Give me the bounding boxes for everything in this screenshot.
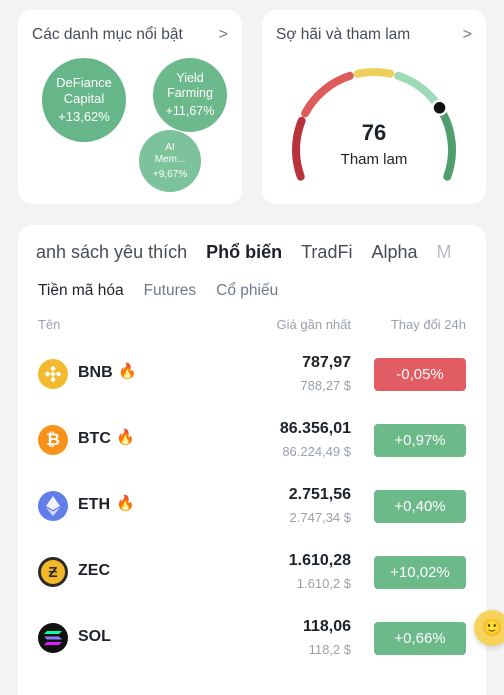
category-name-line1: Yield (176, 71, 204, 85)
category-change: +11,67% (165, 104, 215, 118)
table-row[interactable]: ₿ BTC 🔥 86.356,01 86.224,49 $ +0,97% (18, 408, 486, 474)
subtab-crypto[interactable]: Tiền mã hóa (38, 282, 124, 300)
fear-greed-value: 76 (361, 120, 387, 145)
table-row[interactable]: Ƶ ZEC 1.610,28 1.610,2 $ +10,02% (18, 540, 486, 606)
category-name-line2: Mem... (154, 153, 186, 165)
tab-popular[interactable]: Phổ biến (206, 242, 282, 263)
zec-icon: Ƶ (38, 557, 68, 587)
category-name-line2: Capital (63, 90, 105, 106)
category-bubble-yield-farming[interactable]: Yield Farming +11,67% (153, 58, 227, 132)
coin-price: 86.356,01 (279, 420, 351, 437)
gauge-segment (301, 71, 354, 118)
coin-price-usd: 2.747,34 $ (289, 510, 351, 525)
coin-symbol: BTC (78, 430, 111, 447)
trending-categories-title: Các danh mục nổi bật (32, 26, 183, 43)
tab-alpha[interactable]: Alpha (371, 242, 417, 263)
hot-fire-icon: 🔥 (116, 495, 135, 512)
hot-fire-icon: 🔥 (116, 429, 135, 446)
market-subtabs: Tiền mã hóa Futures Cổ phiếu (38, 282, 298, 300)
gauge-segment (436, 104, 456, 181)
fear-greed-header[interactable]: Sợ hãi và tham lam > (276, 24, 472, 46)
tab-watchlist[interactable]: anh sách yêu thích (36, 242, 187, 263)
coin-symbol: SOL (78, 628, 111, 645)
change-badge[interactable]: +10,02% (374, 556, 466, 589)
change-badge[interactable]: +0,66% (374, 622, 466, 655)
coin-symbol: BNB (78, 364, 113, 381)
fear-greed-label: Tham lam (340, 151, 408, 168)
table-row[interactable]: SOL 118,06 118,2 $ +0,66% (18, 606, 486, 672)
change-badge[interactable]: -0,05% (374, 358, 466, 391)
table-row[interactable]: BNB 🔥 787,97 788,27 $ -0,05% (18, 342, 486, 408)
fear-greed-card[interactable]: Sợ hãi và tham lam > 76 Tham lam (262, 10, 486, 204)
category-name-line1: AI (165, 141, 175, 153)
subtab-futures[interactable]: Futures (144, 282, 197, 300)
chevron-right-icon[interactable]: > (219, 27, 228, 43)
coin-symbol: ETH (78, 496, 110, 513)
coin-symbol: ZEC (78, 562, 110, 579)
coin-price: 1.610,28 (288, 552, 351, 569)
tab-more[interactable]: M (437, 242, 452, 263)
bnb-icon (38, 359, 68, 389)
coin-price: 787,97 (302, 354, 351, 371)
fear-greed-title: Sợ hãi và tham lam (276, 26, 411, 43)
trending-categories-card[interactable]: Các danh mục nổi bật > DeFiance Capital … (18, 10, 242, 204)
category-change: +13,62% (58, 109, 110, 125)
category-name-line1: DeFiance (56, 75, 112, 91)
table-row[interactable]: ETH 🔥 2.751,56 2.747,34 $ +0,40% (18, 474, 486, 540)
sol-icon (38, 623, 68, 653)
change-badge[interactable]: +0,97% (374, 424, 466, 457)
column-header-change[interactable]: Thay đổi 24h (391, 317, 466, 332)
coin-price-usd: 118,2 $ (308, 642, 351, 657)
gauge-indicator-dot (431, 99, 448, 116)
category-bubble-ai-meme[interactable]: AI Mem... +9,67% (139, 130, 201, 192)
market-tabs: anh sách yêu thích Phổ biến TradFi Alpha… (36, 242, 471, 268)
gauge-segment (292, 116, 306, 181)
chevron-right-icon[interactable]: > (463, 27, 472, 43)
subtab-stocks[interactable]: Cổ phiếu (216, 282, 278, 300)
coin-price-usd: 86.224,49 $ (282, 444, 351, 459)
gauge-segment (353, 68, 395, 78)
btc-icon: ₿ (38, 425, 68, 455)
assistant-bot-icon[interactable]: 🙂 (474, 610, 504, 646)
column-header-name[interactable]: Tên (38, 317, 60, 332)
market-list-card: anh sách yêu thích Phổ biến TradFi Alpha… (18, 225, 486, 695)
change-badge[interactable]: +0,40% (374, 490, 466, 523)
coin-price: 118,06 (302, 618, 351, 635)
category-name-line2: Farming (167, 86, 213, 100)
gauge-segment (394, 71, 440, 106)
coin-price-usd: 788,27 $ (300, 378, 351, 393)
trending-categories-header[interactable]: Các danh mục nổi bật > (32, 24, 228, 46)
coin-price: 2.751,56 (288, 486, 351, 503)
eth-icon (38, 491, 68, 521)
column-header-price[interactable]: Giá gần nhất (277, 317, 351, 332)
hot-fire-icon: 🔥 (118, 363, 137, 380)
tab-tradfi[interactable]: TradFi (301, 242, 352, 263)
category-bubble-defiance-capital[interactable]: DeFiance Capital +13,62% (42, 58, 126, 142)
coin-price-usd: 1.610,2 $ (296, 576, 351, 591)
category-change: +9,67% (152, 168, 188, 180)
